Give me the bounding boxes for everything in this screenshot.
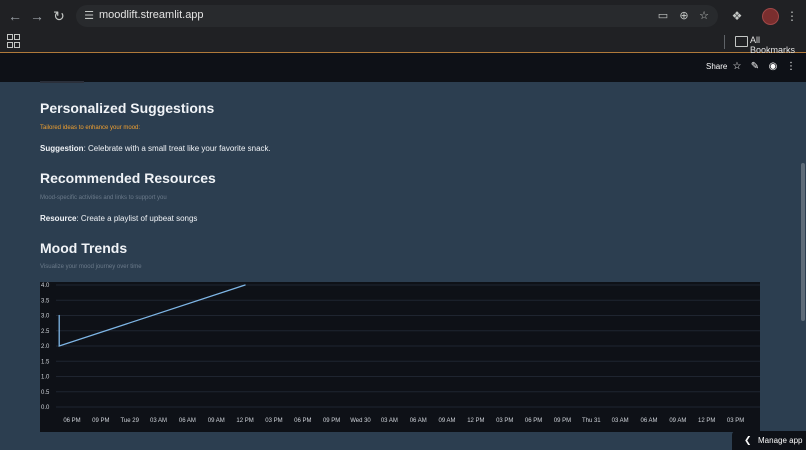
- resources-caption: Mood-specific activities and links to su…: [40, 195, 167, 201]
- suggestions-heading: Personalized Suggestions: [40, 100, 215, 116]
- apps-grid-icon[interactable]: [7, 34, 20, 48]
- x-tick-label: Thu 31: [582, 418, 601, 424]
- suggestion-line: Suggestion: Celebrate with a small treat…: [40, 144, 271, 153]
- zoom-icon[interactable]: ⊕: [677, 9, 691, 23]
- x-tick-label: Tue 29: [120, 418, 139, 424]
- mood-data-point: [58, 314, 60, 317]
- bookmark-star-icon[interactable]: ☆: [697, 9, 711, 23]
- x-tick-label: 09 PM: [92, 418, 109, 424]
- y-tick-label: 4.0: [41, 283, 50, 289]
- app-menu-icon[interactable]: ⋮: [785, 61, 797, 73]
- x-tick-label: 09 AM: [208, 418, 225, 424]
- forward-arrow-icon[interactable]: →: [28, 7, 46, 25]
- x-tick-label: 03 PM: [496, 418, 513, 424]
- star-icon[interactable]: ☆: [731, 61, 743, 73]
- github-icon[interactable]: ◉: [767, 61, 779, 73]
- resource-label: Resource: [40, 214, 77, 223]
- all-bookmarks-link[interactable]: All Bookmarks: [750, 35, 806, 55]
- resource-text: : Create a playlist of upbeat songs: [76, 214, 198, 223]
- profile-avatar[interactable]: [762, 8, 779, 25]
- mood-chart-svg: 0.0 0.5 1.0 1.5 2.0 2.5 3.0 3.5 4.0 06 PM 09 PM Tue…: [41, 283, 760, 424]
- y-tick-label: 1.5: [41, 359, 50, 365]
- trends-heading: Mood Trends: [40, 240, 128, 256]
- x-tick-label: 09 PM: [323, 418, 340, 424]
- y-tick-label: 2.0: [41, 344, 50, 350]
- x-tick-label: 12 PM: [467, 418, 484, 424]
- extensions-icon[interactable]: ❖: [729, 8, 745, 24]
- x-tick-label: 03 AM: [381, 418, 398, 424]
- x-tick-label: 06 AM: [410, 418, 427, 424]
- mood-data-point: [244, 284, 246, 286]
- x-tick-label: 12 PM: [236, 418, 253, 424]
- x-tick-label: 03 AM: [150, 418, 167, 424]
- x-tick-label: 06 AM: [179, 418, 196, 424]
- x-tick-label: 06 PM: [525, 418, 542, 424]
- address-bar[interactable]: ☰ moodlift.streamlit.app ▭ ⊕ ☆: [76, 5, 718, 27]
- folder-icon[interactable]: [735, 36, 748, 47]
- suggestions-caption: Tailored ideas to enhance your mood:: [40, 125, 141, 131]
- x-tick-label: 06 PM: [63, 418, 80, 424]
- browser-menu-icon[interactable]: ⋮: [784, 8, 800, 24]
- bookmarks-bar: All Bookmarks: [0, 32, 806, 55]
- y-tick-label: 3.0: [41, 314, 50, 320]
- chevron-left-icon: ❮: [744, 435, 752, 445]
- scrollbar-thumb[interactable]: [801, 163, 805, 321]
- back-arrow-icon[interactable]: ←: [6, 7, 24, 25]
- y-tick-label: 0.0: [41, 405, 50, 411]
- mood-data-point: [58, 345, 60, 347]
- x-tick-label: 03 AM: [612, 418, 629, 424]
- x-tick-label: 06 PM: [294, 418, 311, 424]
- x-tick-label: 09 AM: [669, 418, 686, 424]
- app-header: Share ☆ ✎ ◉ ⋮: [0, 53, 806, 83]
- x-tick-label: 09 AM: [439, 418, 456, 424]
- browser-toolbar: ← → ↻ ☰ moodlift.streamlit.app ▭ ⊕ ☆ ❖ ⋮: [0, 0, 806, 32]
- y-tick-label: 3.5: [41, 298, 50, 304]
- trends-caption: Visualize your mood journey over time: [40, 264, 142, 270]
- mood-trends-chart[interactable]: 0.0 0.5 1.0 1.5 2.0 2.5 3.0 3.5 4.0 06 PM 09 PM Tue…: [40, 282, 760, 432]
- bookmarks-separator: [724, 35, 725, 49]
- y-tick-label: 0.5: [41, 390, 50, 396]
- resources-heading: Recommended Resources: [40, 170, 216, 186]
- y-tick-label: 1.0: [41, 375, 50, 381]
- x-tick-label: 12 PM: [698, 418, 715, 424]
- url-text[interactable]: moodlift.streamlit.app: [99, 9, 204, 21]
- x-tick-label: 06 AM: [640, 418, 657, 424]
- resource-line: Resource: Create a playlist of upbeat so…: [40, 214, 197, 223]
- header-tab-strip: [40, 81, 84, 83]
- x-tick-label: 03 PM: [727, 418, 744, 424]
- pencil-icon[interactable]: ✎: [749, 61, 761, 73]
- manage-app-label: Manage app: [758, 436, 803, 445]
- manage-app-button[interactable]: ❮ Manage app: [732, 431, 806, 450]
- reload-icon[interactable]: ↻: [50, 7, 68, 25]
- install-app-icon[interactable]: ▭: [656, 9, 670, 23]
- suggestion-text: : Celebrate with a small treat like your…: [83, 144, 271, 153]
- suggestion-label: Suggestion: [40, 144, 84, 153]
- x-tick-label: Wed 30: [350, 418, 371, 424]
- share-button[interactable]: Share: [706, 62, 727, 71]
- x-tick-label: 09 PM: [554, 418, 571, 424]
- site-info-icon[interactable]: ☰: [82, 9, 96, 23]
- y-tick-label: 2.5: [41, 329, 50, 335]
- x-tick-label: 03 PM: [265, 418, 282, 424]
